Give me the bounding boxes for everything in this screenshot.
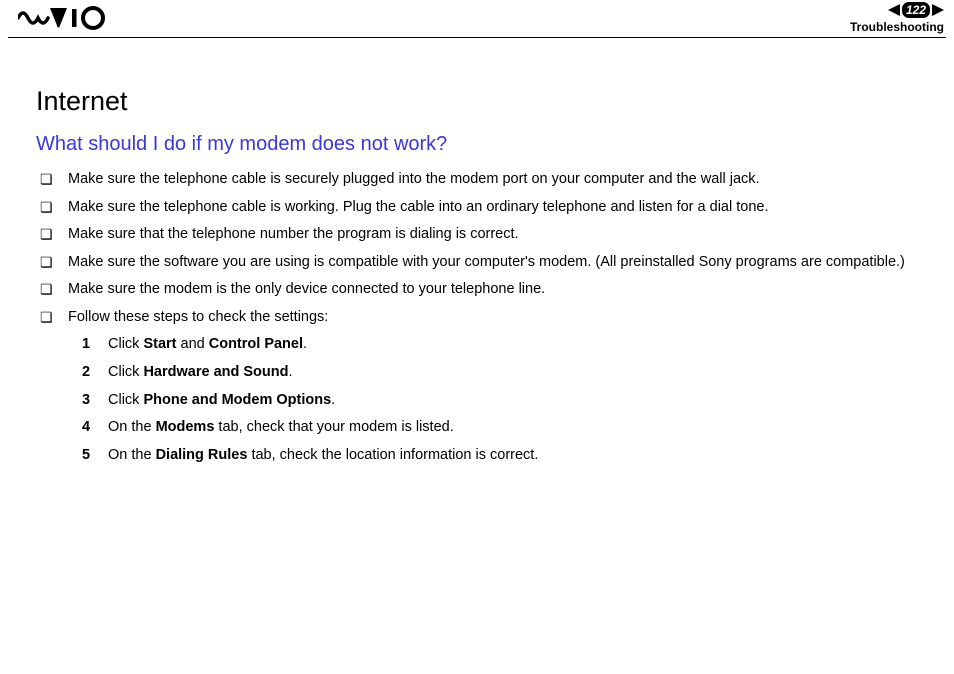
step-text-post: . — [331, 392, 335, 408]
page-header: 122 Troubleshooting — [8, 0, 946, 38]
step-text-mid: tab, check that your modem is listed. — [214, 419, 453, 435]
page-content: Internet What should I do if my modem do… — [0, 38, 954, 465]
bullet-list: Make sure the telephone cable is securel… — [36, 170, 918, 327]
step-item: 4 On the Modems tab, check that your mod… — [82, 418, 918, 438]
page-number-badge: 122 — [902, 2, 930, 18]
step-text-pre: Click — [108, 364, 143, 380]
step-text-bold: Modems — [156, 419, 215, 435]
step-text-pre: Click — [108, 392, 143, 408]
step-number: 5 — [82, 446, 90, 466]
list-item: Make sure the modem is the only device c… — [40, 280, 918, 300]
list-item: Make sure the telephone cable is securel… — [40, 170, 918, 190]
step-item: 2 Click Hardware and Sound. — [82, 363, 918, 383]
list-item: Make sure that the telephone number the … — [40, 225, 918, 245]
step-text-bold: Dialing Rules — [156, 447, 248, 463]
step-item: 3 Click Phone and Modem Options. — [82, 391, 918, 411]
prev-page-arrow-icon[interactable] — [888, 4, 900, 16]
step-text-bold2: Control Panel — [209, 336, 303, 352]
step-item: 5 On the Dialing Rules tab, check the lo… — [82, 446, 918, 466]
step-text-mid: and — [177, 336, 209, 352]
step-text-bold: Hardware and Sound — [143, 364, 288, 380]
page-navigation: 122 — [850, 2, 944, 18]
step-number: 4 — [82, 418, 90, 438]
list-item: Follow these steps to check the settings… — [40, 308, 918, 328]
step-number: 1 — [82, 335, 90, 355]
section-label: Troubleshooting — [850, 20, 944, 34]
step-text-post: . — [303, 336, 307, 352]
vaio-logo — [18, 6, 108, 30]
step-text-post: . — [288, 364, 292, 380]
step-text-bold: Phone and Modem Options — [143, 392, 331, 408]
list-item: Make sure the telephone cable is working… — [40, 198, 918, 218]
sub-heading: What should I do if my modem does not wo… — [36, 133, 918, 156]
main-heading: Internet — [36, 86, 918, 117]
header-right: 122 Troubleshooting — [850, 2, 944, 34]
step-text-pre: On the — [108, 447, 156, 463]
step-text-pre: Click — [108, 336, 143, 352]
step-number: 2 — [82, 363, 90, 383]
step-text-mid: tab, check the location information is c… — [247, 447, 538, 463]
step-number: 3 — [82, 391, 90, 411]
list-item: Make sure the software you are using is … — [40, 253, 918, 273]
next-page-arrow-icon[interactable] — [932, 4, 944, 16]
step-item: 1 Click Start and Control Panel. — [82, 335, 918, 355]
numbered-steps: 1 Click Start and Control Panel. 2 Click… — [36, 335, 918, 465]
step-text-bold: Start — [143, 336, 176, 352]
step-text-pre: On the — [108, 419, 156, 435]
